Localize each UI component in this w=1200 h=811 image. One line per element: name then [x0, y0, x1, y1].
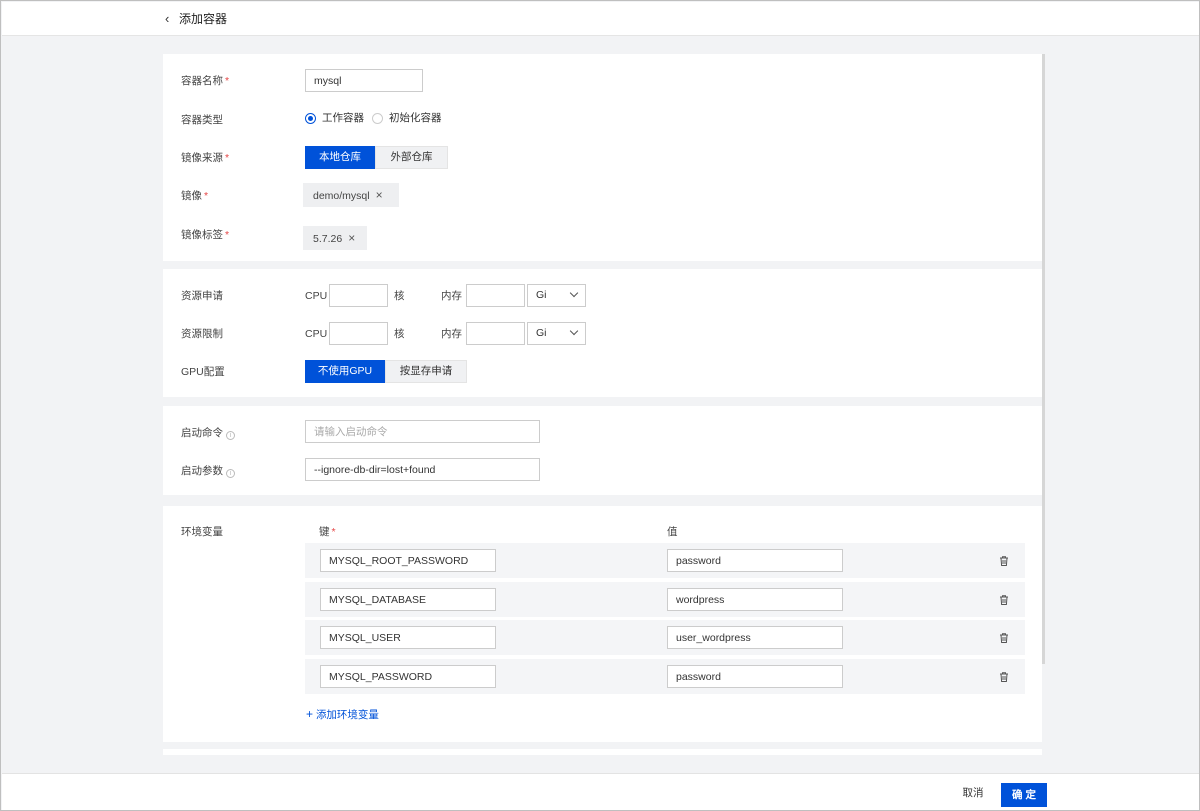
container-name-input[interactable]: [305, 69, 423, 92]
app-window: ‹ 添加容器 容器名称* 容器类型 工作容器 初始化容器 镜像来源* 本地仓库 …: [0, 0, 1200, 811]
request-memory-unit-value: Gi: [536, 289, 547, 301]
command-section: 启动命令i 启动参数i: [163, 406, 1042, 495]
radio-init-container[interactable]: [372, 113, 383, 124]
limit-cpu-input[interactable]: [329, 322, 388, 345]
limit-memory-label: 内存: [441, 328, 462, 340]
chevron-down-icon: [569, 326, 579, 336]
page-title: 添加容器: [179, 12, 228, 26]
env-row: [305, 582, 1025, 617]
image-version-label: 镜像标签 *: [181, 229, 230, 241]
confirm-button[interactable]: 确 定: [1001, 783, 1047, 807]
env-row: [305, 543, 1025, 578]
limit-cpu-label: CPU: [305, 328, 328, 340]
env-key-input[interactable]: [320, 588, 496, 611]
close-icon[interactable]: ×: [348, 231, 355, 245]
plus-icon: +: [306, 707, 314, 721]
add-env-var-label: 添加环境变量: [315, 709, 379, 721]
container-name-label: 容器名称 *: [181, 75, 230, 87]
request-cpu-input[interactable]: [329, 284, 388, 307]
env-value-input[interactable]: [667, 549, 843, 572]
image-source-label: 镜像来源 *: [181, 152, 230, 164]
chevron-down-icon: [569, 288, 579, 298]
trash-icon[interactable]: [998, 594, 1010, 606]
image-version-tag: 5.7.26 ×: [303, 226, 367, 250]
start-command-input[interactable]: [305, 420, 540, 443]
limit-memory-input[interactable]: [466, 322, 525, 345]
request-cpu-unit: 核: [394, 290, 405, 302]
image-tag: demo/mysql ×: [303, 183, 399, 207]
radio-work-container-label[interactable]: 工作容器: [322, 112, 364, 125]
env-key-input[interactable]: [320, 626, 496, 649]
top-bar: ‹ 添加容器: [2, 2, 1199, 36]
env-vars-label: 环境变量: [181, 526, 223, 538]
start-command-label: 启动命令 i: [181, 427, 235, 440]
no-gpu-button[interactable]: 不使用GPU: [305, 360, 385, 383]
limit-memory-unit-value: Gi: [536, 327, 547, 339]
env-row: [305, 620, 1025, 655]
footer-bar: 取消 确 定: [2, 773, 1199, 810]
limit-memory-unit-select[interactable]: Gi: [527, 322, 586, 345]
resource-request-label: 资源申请: [181, 290, 223, 302]
scrollbar[interactable]: [1042, 54, 1045, 664]
env-vars-section: 环境变量 键* 值 + 添加环境变量: [163, 506, 1042, 742]
section-divider: [163, 749, 1042, 755]
gpu-config-label: GPU配置: [181, 366, 225, 378]
external-registry-button[interactable]: 外部仓库: [375, 146, 448, 169]
env-value-input[interactable]: [667, 588, 843, 611]
start-args-label: 启动参数 i: [181, 465, 235, 478]
env-key-input[interactable]: [320, 665, 496, 688]
resources-section: 资源申请 CPU 核 内存 Gi 资源限制 CPU 核 内存 Gi GPU配置 …: [163, 269, 1042, 397]
request-memory-unit-select[interactable]: Gi: [527, 284, 586, 307]
cancel-button[interactable]: 取消: [954, 784, 992, 802]
env-value-input[interactable]: [667, 626, 843, 649]
chevron-left-icon[interactable]: ‹: [165, 12, 175, 26]
trash-icon[interactable]: [998, 632, 1010, 644]
container-type-label: 容器类型: [181, 114, 223, 126]
env-key-input[interactable]: [320, 549, 496, 572]
basic-info-section: 容器名称* 容器类型 工作容器 初始化容器 镜像来源* 本地仓库 外部仓库 镜像…: [163, 54, 1042, 261]
resource-limit-label: 资源限制: [181, 328, 223, 340]
close-icon[interactable]: ×: [376, 188, 383, 202]
radio-init-container-label[interactable]: 初始化容器: [389, 112, 442, 125]
env-value-header: 值: [667, 526, 678, 538]
request-memory-label: 内存: [441, 290, 462, 302]
request-memory-input[interactable]: [466, 284, 525, 307]
add-env-var-button[interactable]: + 添加环境变量: [306, 708, 379, 722]
env-value-input[interactable]: [667, 665, 843, 688]
request-cpu-label: CPU: [305, 290, 328, 302]
trash-icon[interactable]: [998, 671, 1010, 683]
radio-work-container[interactable]: [305, 113, 316, 124]
gpu-memory-request-button[interactable]: 按显存申请: [385, 360, 467, 383]
env-key-header: 键 *: [319, 526, 336, 538]
trash-icon[interactable]: [998, 555, 1010, 567]
info-icon[interactable]: i: [226, 431, 235, 440]
image-version-tag-text: 5.7.26: [313, 233, 343, 245]
image-label: 镜像 *: [181, 190, 209, 202]
env-row: [305, 659, 1025, 694]
info-icon[interactable]: i: [226, 469, 235, 478]
local-registry-button[interactable]: 本地仓库: [305, 146, 375, 169]
start-args-input[interactable]: [305, 458, 540, 481]
limit-cpu-unit: 核: [394, 328, 405, 340]
image-tag-text: demo/mysql: [313, 190, 370, 202]
